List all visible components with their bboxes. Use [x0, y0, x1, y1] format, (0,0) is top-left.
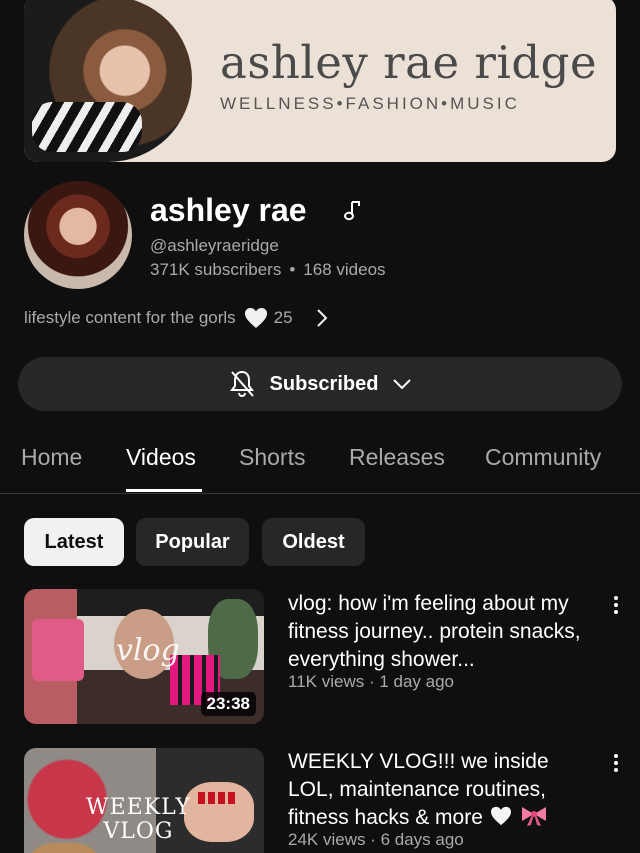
channel-avatar[interactable]: [24, 181, 132, 289]
tab-releases[interactable]: Releases: [349, 444, 445, 471]
chip-oldest[interactable]: Oldest: [262, 518, 365, 566]
banner-subtitle: WELLNESS•FASHION•MUSIC: [220, 94, 520, 113]
subscribed-label: Subscribed: [269, 372, 379, 395]
channel-banner: ashley rae ridge WELLNESS•FASHION•MUSIC: [24, 0, 616, 162]
description-link-count: 25: [273, 308, 293, 327]
channel-tabs: Home Videos Shorts Releases Community: [0, 440, 640, 494]
music-note-icon: [344, 201, 360, 221]
subscriber-count: 371K subscribers: [150, 260, 282, 279]
video-meta: 24K views · 6 days ago: [288, 830, 464, 849]
video-count: 168 videos: [303, 260, 386, 279]
chevron-down-icon: [393, 379, 412, 390]
active-tab-indicator: [126, 489, 202, 492]
channel-description-row[interactable]: lifestyle content for the gorls 25: [24, 305, 329, 331]
chevron-right-icon: [316, 309, 328, 327]
white-heart-icon: [244, 308, 267, 328]
video-meta: 11K views · 1 day ago: [288, 672, 454, 691]
thumbnail-text: WEEKLY VLOG: [86, 795, 191, 844]
channel-page: ashley rae ridge WELLNESS•FASHION•MUSIC …: [0, 0, 640, 853]
banner-title: ashley rae ridge: [220, 36, 598, 89]
tab-home[interactable]: Home: [21, 444, 82, 471]
channel-name: ashley rae: [150, 192, 307, 228]
more-options-icon[interactable]: [608, 594, 624, 618]
banner-photo: [24, 0, 192, 162]
tab-videos[interactable]: Videos: [126, 444, 196, 471]
tab-shorts[interactable]: Shorts: [239, 444, 305, 471]
video-thumbnail[interactable]: WEEKLY VLOG: [24, 748, 264, 853]
subscribed-button[interactable]: Subscribed: [18, 357, 622, 411]
video-title[interactable]: WEEKLY VLOG!!! we inside LOL, maintenanc…: [288, 748, 598, 832]
white-heart-emoji-icon: [490, 806, 511, 826]
chip-popular[interactable]: Popular: [136, 518, 249, 566]
channel-description: lifestyle content for the gorls: [24, 308, 236, 327]
video-title[interactable]: vlog: how i'm feeling about my fitness j…: [288, 590, 598, 674]
thumbnail-text: vlog: [116, 633, 180, 668]
channel-stats: 371K subscribers • 168 videos: [150, 260, 386, 280]
chip-latest[interactable]: Latest: [24, 518, 124, 566]
bell-slash-icon: [229, 370, 254, 398]
channel-handle: @ashleyraeridge: [150, 236, 279, 255]
video-thumbnail[interactable]: vlog 23:38: [24, 589, 264, 724]
pink-ribbon-emoji-icon: [521, 807, 546, 826]
video-duration: 23:38: [200, 692, 256, 716]
tab-community[interactable]: Community: [485, 444, 601, 471]
stats-separator: •: [289, 260, 296, 279]
more-options-icon[interactable]: [608, 752, 624, 776]
